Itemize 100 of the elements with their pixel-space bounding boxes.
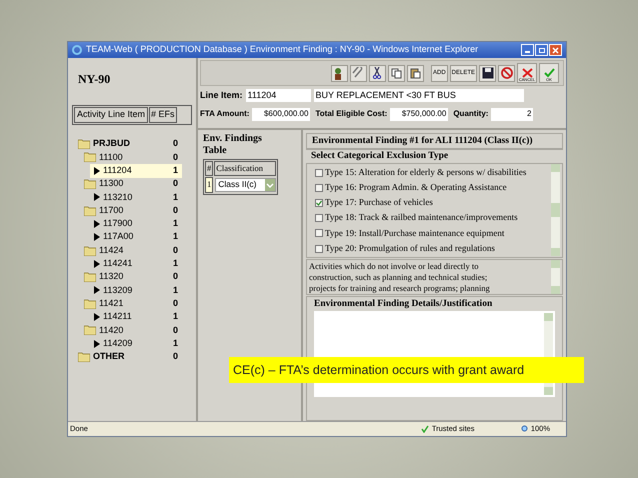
ef-count: 1 — [172, 310, 178, 324]
tree-item[interactable]: 114241 1 — [90, 257, 182, 271]
tree-item[interactable]: 11700 0 — [84, 204, 182, 218]
project-title: NY-90 — [78, 71, 112, 88]
tree-item[interactable]: 11300 0 — [84, 177, 182, 191]
section-heading: Select Categorical Exclusion Type — [306, 149, 563, 163]
close-button[interactable] — [549, 44, 562, 56]
column-header: Classification — [214, 161, 276, 176]
tree-item-label: 11424 — [99, 244, 124, 257]
caption-toast: CE(c) – FTA’s determination occurs with grant award — [229, 357, 584, 383]
tree-item[interactable]: 117A00 1 — [90, 230, 182, 244]
zoom-icon — [520, 425, 529, 433]
tree-item[interactable]: 11424 0 — [84, 244, 182, 258]
ef-count: 1 — [172, 336, 178, 350]
prohibited-icon — [500, 67, 512, 79]
checkbox[interactable] — [315, 198, 323, 207]
tree-item[interactable]: 117900 1 — [90, 217, 182, 231]
tree-item-label: 113210 — [103, 190, 132, 204]
person-icon-button[interactable] — [330, 64, 348, 82]
tree-item-label: PRJBUD — [93, 137, 130, 150]
tree-item-label: 117A00 — [103, 230, 134, 244]
column-header: # EFs — [149, 107, 177, 122]
no-save-button[interactable] — [498, 64, 515, 82]
folder-icon — [84, 298, 96, 309]
tree-item-label: 11421 — [99, 296, 124, 310]
tree-item-label: 114241 — [103, 257, 132, 270]
minimize-button[interactable] — [521, 44, 534, 56]
section-heading: Environmental Finding Details/Justification — [314, 298, 494, 311]
ef-count: 0 — [172, 177, 178, 190]
tree-item-label: 11100 — [99, 150, 123, 164]
save-icon — [482, 67, 494, 79]
checkbox[interactable] — [315, 244, 323, 253]
ef-count: 0 — [172, 350, 178, 364]
field-label: Total Eligible Cost: — [315, 108, 388, 120]
maximize-button[interactable] — [535, 44, 548, 56]
cut-button[interactable] — [368, 64, 386, 82]
tree-item[interactable]: PRJBUD 0 — [78, 137, 182, 151]
checkbox[interactable] — [315, 168, 323, 177]
folder-icon — [84, 272, 96, 282]
tree-item[interactable]: OTHER 0 — [78, 350, 182, 364]
amount-field[interactable]: $750,000.00 — [390, 108, 448, 120]
checkbox[interactable] — [315, 229, 323, 238]
folder-icon — [84, 152, 96, 162]
tree-item[interactable]: 113209 1 — [90, 284, 182, 298]
tree-item[interactable]: 114209 1 — [90, 336, 182, 350]
tree-item-label: 11320 — [99, 270, 124, 284]
ef-count: 1 — [172, 284, 178, 297]
scrollbar[interactable] — [551, 164, 560, 256]
line-item-field[interactable]: 111204 — [246, 89, 311, 102]
tree-item[interactable]: 114211 1 — [90, 310, 182, 324]
ef-count: 0 — [172, 244, 178, 257]
checkbox[interactable] — [315, 184, 323, 192]
browser-logo-icon — [72, 45, 82, 55]
amount-field[interactable]: $600,000.00 — [252, 108, 310, 120]
checkbox-label: Type 15: Alteration for elderly & persons w/ disabilities — [325, 166, 526, 179]
ef-count: 0 — [172, 204, 178, 217]
column-header: # — [205, 161, 214, 176]
ef-count: 0 — [172, 324, 178, 337]
tree-item[interactable]: 113210 1 — [90, 190, 182, 204]
folder-icon — [78, 139, 90, 150]
triangle-icon — [94, 286, 100, 294]
ef-count: 1 — [172, 230, 178, 244]
tree-item[interactable]: 11421 0 — [84, 296, 182, 310]
finding-title: Environmental Finding #1 for ALI 111204 (Class II(c)) — [306, 133, 563, 149]
check-icon — [544, 68, 554, 78]
field-label: Quantity: — [453, 108, 488, 120]
save-button[interactable] — [479, 64, 496, 82]
copy-button[interactable] — [388, 64, 405, 82]
checkbox[interactable] — [315, 214, 323, 222]
tree-item[interactable]: 111204 1 — [90, 164, 182, 178]
triangle-icon — [94, 260, 100, 268]
paperclip-icon — [352, 67, 364, 79]
ef-count: 1 — [172, 190, 178, 204]
paste-button[interactable] — [406, 64, 424, 82]
tree-item[interactable]: 11320 0 — [84, 270, 182, 284]
folder-icon — [84, 179, 96, 190]
classification-select[interactable]: Class II(c) — [215, 178, 276, 192]
tree-item-label: 113209 — [103, 284, 132, 297]
description-field[interactable]: BUY REPLACEMENT <30 FT BUS — [314, 89, 524, 102]
tree-item[interactable]: 11420 0 — [84, 324, 182, 338]
ef-count: 0 — [172, 296, 178, 310]
checkbox-label: Type 19: Install/Purchase maintenance equipment — [325, 226, 504, 240]
tree-item-label: 11420 — [99, 324, 124, 337]
folder-icon — [84, 246, 96, 256]
ef-count: 1 — [172, 164, 178, 177]
checkbox-label: Type 20: Promulgation of rules and regulations — [325, 242, 495, 255]
tree-item[interactable]: 11100 0 — [84, 150, 182, 164]
scrollbar[interactable] — [551, 260, 560, 294]
ef-count: 0 — [172, 270, 178, 284]
checkbox-label: Type 16: Program Admin. & Operating Assistance — [325, 181, 507, 194]
tree-item-label: 114209 — [103, 336, 132, 350]
ef-count: 1 — [172, 257, 178, 270]
tree-item-label: 111204 — [103, 164, 132, 177]
field-label: FTA Amount: — [200, 108, 250, 120]
copy-icon — [390, 68, 402, 78]
amount-field[interactable]: 2 — [491, 108, 534, 120]
paste-icon — [410, 68, 421, 78]
tree-item-label: 11300 — [99, 177, 124, 190]
row-number: 1 — [205, 176, 214, 193]
scissors-icon — [372, 67, 382, 79]
